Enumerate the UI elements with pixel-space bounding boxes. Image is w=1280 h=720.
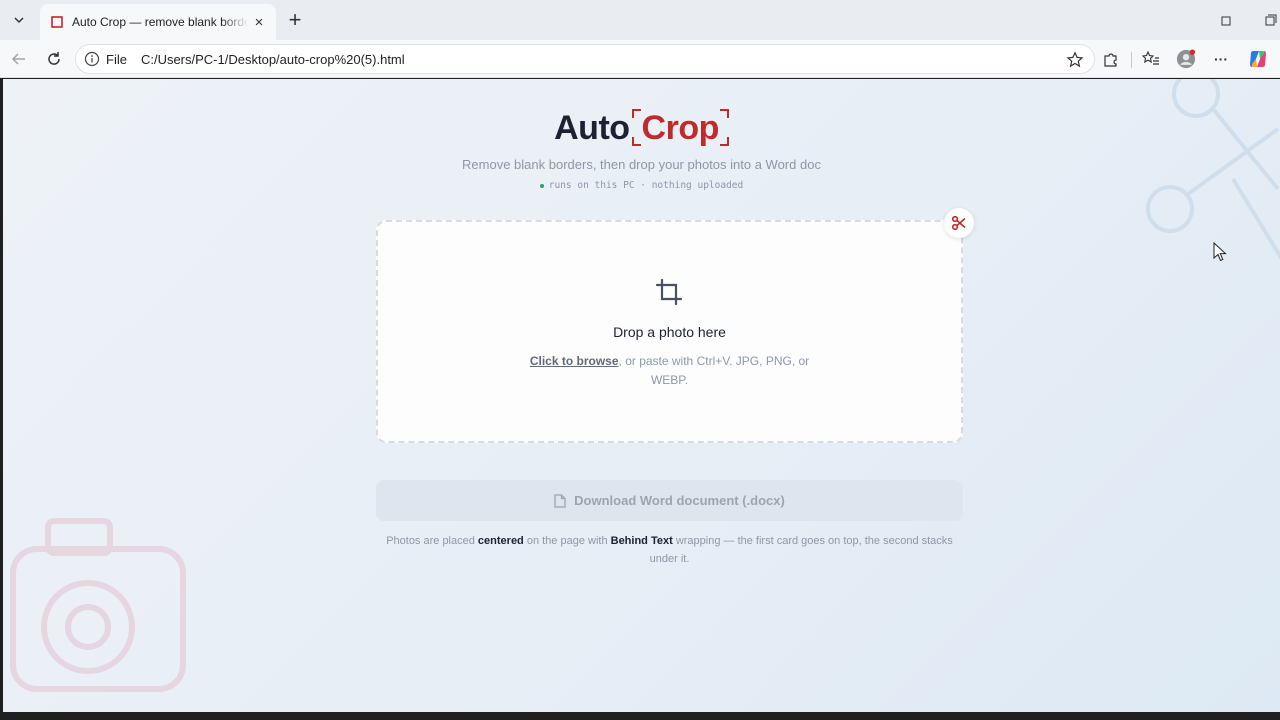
arrow-left-icon bbox=[11, 53, 25, 65]
page-subtitle: Remove blank borders, then drop your pho… bbox=[462, 157, 821, 172]
dropzone-title: Drop a photo here bbox=[613, 324, 726, 340]
chevron-down-icon bbox=[14, 17, 24, 24]
reload-icon bbox=[48, 52, 60, 65]
address-scheme: File bbox=[106, 51, 127, 67]
puzzle-icon bbox=[1104, 53, 1117, 67]
favorite-star-icon[interactable] bbox=[1066, 51, 1084, 69]
copilot-button[interactable] bbox=[1248, 49, 1268, 69]
new-tab-button[interactable]: + bbox=[283, 8, 307, 32]
dropzone-hint: Click to browse, or paste with Ctrl+V. J… bbox=[518, 352, 821, 390]
privacy-note-text: runs on this PC · nothing uploaded bbox=[548, 180, 744, 191]
maximize-window-icon[interactable] bbox=[1260, 10, 1280, 30]
info-icon[interactable] bbox=[84, 51, 100, 67]
tab-title: Auto Crop — remove blank borders bbox=[72, 15, 248, 29]
page-viewport: Auto Crop Remove blank borders, then drop… bbox=[3, 79, 1280, 712]
scissors-icon bbox=[951, 215, 966, 231]
copilot-icon bbox=[1250, 51, 1266, 67]
info-bold-centered: centered bbox=[477, 535, 524, 547]
address-bar[interactable]: File C:/Users/PC-1/Desktop/auto-crop%20(… bbox=[75, 44, 1095, 74]
camera-decoration-icon bbox=[10, 518, 186, 692]
reload-button[interactable] bbox=[43, 48, 65, 70]
info-text-3: wrapping — the first card goes on top, t… bbox=[649, 535, 953, 565]
crop-favicon-icon bbox=[51, 16, 63, 28]
app-logo: Auto Crop bbox=[3, 109, 1280, 148]
back-button[interactable] bbox=[8, 48, 30, 70]
placement-info: Photos are placed centered on the page w… bbox=[376, 532, 963, 568]
download-button-label: Download Word document (.docx) bbox=[574, 493, 785, 508]
download-docx-button[interactable]: Download Word document (.docx) bbox=[376, 480, 963, 521]
favorites-list-icon bbox=[1142, 50, 1159, 65]
favorites-button[interactable] bbox=[1141, 49, 1161, 69]
scissors-badge bbox=[944, 208, 974, 238]
crop-icon bbox=[655, 278, 683, 306]
photo-dropzone[interactable]: Drop a photo here Click to browse, or pa… bbox=[376, 220, 963, 443]
logo-crop-frame: Crop bbox=[631, 109, 729, 148]
profile-button[interactable] bbox=[1176, 49, 1196, 69]
document-icon bbox=[554, 493, 566, 508]
restore-window-icon[interactable] bbox=[1216, 10, 1236, 30]
tab-strip: Auto Crop — remove blank borders × + bbox=[0, 0, 1280, 40]
info-bold-behind-text: Behind Text bbox=[610, 535, 673, 547]
mouse-cursor-icon bbox=[1213, 242, 1227, 262]
info-text-1: Photos are placed bbox=[386, 535, 478, 547]
tab-list-button[interactable] bbox=[6, 7, 32, 33]
toolbar-divider bbox=[1131, 52, 1132, 68]
dropzone-hint-text: , or paste with Ctrl+V. JPG, PNG, or WEB… bbox=[618, 354, 810, 387]
status-dot-icon bbox=[539, 183, 544, 188]
avatar-icon bbox=[1176, 49, 1196, 69]
privacy-note: runs on this PC · nothing uploaded bbox=[3, 180, 1280, 191]
browser-toolbar: File C:/Users/PC-1/Desktop/auto-crop%20(… bbox=[0, 40, 1280, 78]
extensions-button[interactable] bbox=[1101, 49, 1121, 69]
logo-text-auto: Auto bbox=[554, 109, 630, 147]
browser-tab-active[interactable]: Auto Crop — remove blank borders × bbox=[40, 4, 276, 40]
tab-close-icon[interactable]: × bbox=[250, 13, 268, 31]
taskbar bbox=[0, 712, 1280, 720]
logo-text-crop: Crop bbox=[641, 109, 720, 147]
info-text-2: on the page with bbox=[523, 535, 611, 547]
address-url[interactable]: C:/Users/PC-1/Desktop/auto-crop%20(5).ht… bbox=[141, 52, 405, 67]
browse-link[interactable]: Click to browse bbox=[530, 354, 619, 368]
more-menu-button[interactable]: ··· bbox=[1211, 49, 1231, 69]
